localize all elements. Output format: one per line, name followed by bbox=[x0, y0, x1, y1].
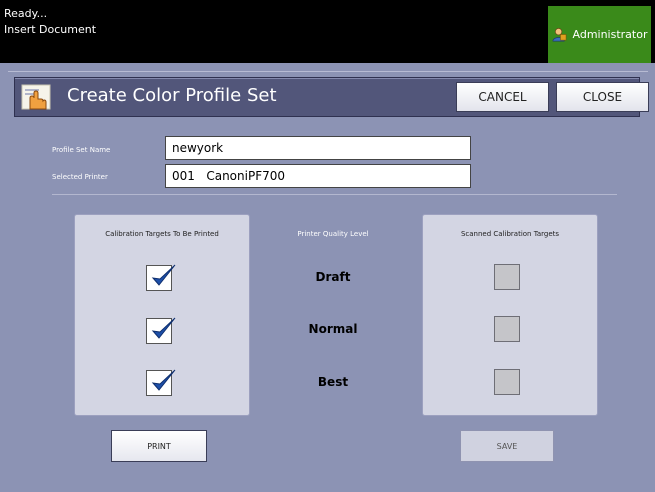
administrator-label: Administrator bbox=[572, 28, 648, 41]
status-line-ready: Ready... bbox=[4, 7, 48, 20]
checkmark-icon bbox=[151, 317, 176, 339]
administrator-button[interactable]: Administrator bbox=[548, 6, 651, 63]
selected-printer-label: Selected Printer bbox=[52, 173, 108, 181]
top-status-bar: Ready... Insert Document Administrator bbox=[0, 0, 655, 63]
scanned-targets-title: Scanned Calibration Targets bbox=[460, 230, 560, 238]
scanned-normal-indicator bbox=[494, 316, 520, 342]
save-button[interactable]: SAVE bbox=[460, 430, 554, 462]
print-normal-checkbox[interactable] bbox=[146, 317, 176, 344]
checkmark-icon bbox=[151, 369, 176, 391]
scanned-draft-indicator bbox=[494, 264, 520, 290]
admin-user-icon bbox=[552, 28, 566, 42]
profile-set-name-field[interactable]: newyork bbox=[165, 136, 471, 160]
cancel-button[interactable]: CANCEL bbox=[456, 82, 549, 112]
section-divider bbox=[52, 194, 617, 195]
status-text: Ready... Insert Document bbox=[4, 6, 96, 38]
calibration-targets-title: Calibration Targets To Be Printed bbox=[105, 230, 219, 238]
quality-draft-label: Draft bbox=[315, 270, 351, 284]
checkmark-icon bbox=[151, 264, 176, 286]
print-draft-checkbox[interactable] bbox=[146, 264, 176, 291]
print-best-checkbox[interactable] bbox=[146, 369, 176, 396]
status-line-insert: Insert Document bbox=[4, 23, 97, 36]
quality-normal-label: Normal bbox=[308, 322, 358, 336]
scanned-best-indicator bbox=[494, 369, 520, 395]
close-button[interactable]: CLOSE bbox=[556, 82, 649, 112]
quality-best-label: Best bbox=[317, 375, 349, 389]
print-button[interactable]: PRINT bbox=[111, 430, 207, 462]
profile-set-name-label: Profile Set Name bbox=[52, 146, 111, 154]
dialog-title: Create Color Profile Set bbox=[67, 85, 277, 106]
printer-quality-title: Printer Quality Level bbox=[297, 230, 369, 238]
selected-printer-field[interactable]: 001 CanoniPF700 bbox=[165, 164, 471, 188]
hand-pointer-icon bbox=[21, 84, 51, 110]
